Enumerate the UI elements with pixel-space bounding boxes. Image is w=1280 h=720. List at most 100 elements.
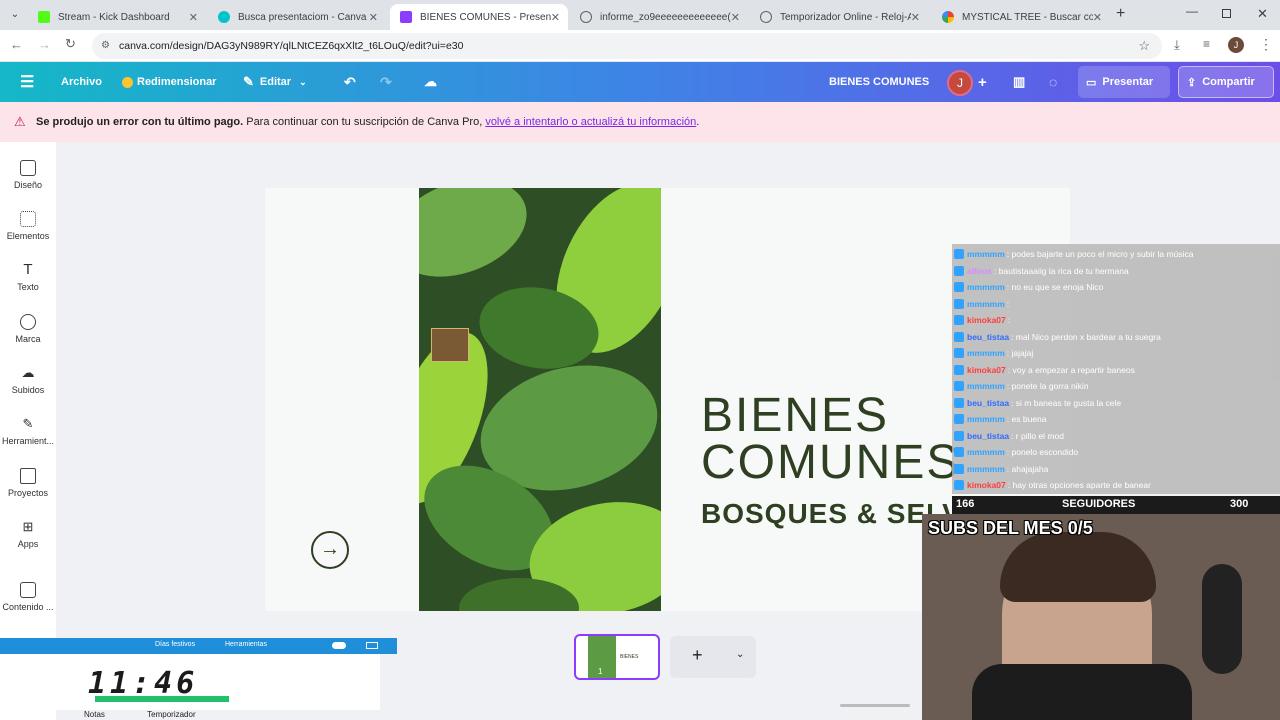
chat-text: : hay otras opciones aparte de banear — [1007, 480, 1151, 490]
sidebar-item-projects[interactable]: Proyectos — [0, 468, 56, 498]
site-settings-icon[interactable]: ⚙ — [101, 33, 110, 59]
close-tab-icon[interactable]: ✕ — [369, 11, 378, 24]
close-tab-icon[interactable]: ✕ — [1093, 11, 1102, 24]
page-thumbnail[interactable]: BIENES 1 — [574, 634, 660, 680]
chat-username: kimoka07 — [967, 364, 1006, 375]
chat-message: kimoka07: hay otras opciones aparte de b… — [952, 477, 1280, 493]
minimize-icon[interactable]: — — [1186, 4, 1198, 18]
chat-badge-icon — [954, 348, 964, 358]
chat-message: mmmmm: es buena — [952, 411, 1280, 427]
chat-text: : si m baneas te gusta la cele — [1011, 397, 1122, 408]
google-icon — [942, 11, 954, 23]
add-page-button[interactable]: + ⌄ — [670, 636, 756, 678]
back-icon[interactable]: ← — [10, 37, 23, 52]
chevron-down-icon[interactable]: ⌄ — [736, 649, 744, 660]
left-sidebar: Diseño Elementos T Texto Marca ☁ Subidos ✎… — [0, 142, 56, 622]
bookmark-star-icon[interactable]: ☆ — [1138, 33, 1150, 59]
emote-image — [431, 328, 469, 362]
tab-kick[interactable]: Stream - Kick Dashboard ✕ — [28, 4, 206, 30]
close-tab-icon[interactable]: ✕ — [911, 11, 920, 24]
share-icon: ⇪ — [1187, 76, 1197, 89]
insights-icon[interactable]: ▥ — [1013, 62, 1025, 102]
chat-badge-icon — [954, 381, 964, 391]
chat-badge-icon — [954, 298, 964, 309]
toggle-icon[interactable] — [332, 642, 346, 649]
close-tab-icon[interactable]: ✕ — [551, 11, 560, 24]
chat-text: : mal Nico perdon x bardear a tu suegra — [1011, 331, 1161, 342]
forward-icon[interactable]: → — [38, 37, 51, 52]
slide-title-line1[interactable]: BIENES — [701, 392, 889, 440]
sidebar-item-brand[interactable]: Marca — [0, 314, 56, 344]
chat-badge-icon — [954, 282, 964, 292]
chat-text: : ahajajaha — [1006, 463, 1049, 474]
close-tab-icon[interactable]: ✕ — [731, 11, 740, 24]
chat-message: mmmmm: — [952, 296, 1280, 312]
retry-payment-link[interactable]: volvé a intentarlo o actualizá tu inform… — [485, 116, 696, 128]
restore-icon[interactable] — [1222, 9, 1231, 18]
uploads-icon: ☁ — [21, 365, 35, 380]
brand-icon — [20, 314, 36, 330]
reload-icon[interactable]: ↻ — [65, 36, 76, 52]
chat-text: : voy a empezar a repartir baneos — [1007, 364, 1135, 375]
countdown-timer: 11:46 — [88, 666, 199, 701]
zoom-slider[interactable] — [840, 704, 910, 707]
new-tab-icon[interactable]: + — [1116, 5, 1125, 23]
share-button[interactable]: ⇪ Compartir — [1178, 66, 1274, 98]
edit-menu[interactable]: ✎ Editar ⌄ — [243, 62, 307, 102]
url-field[interactable]: ⚙ canva.com/design/DAG3yN989RY/qlLNtCEZ6… — [92, 33, 1162, 59]
comment-icon[interactable]: ◌ — [1049, 62, 1057, 102]
tab-temporizador[interactable]: Temporizador Online - Reloj-Al ✕ — [750, 4, 928, 30]
webcam-hoodie — [972, 664, 1192, 720]
chat-username: beu_tistaa — [967, 331, 1010, 342]
undo-icon[interactable]: ↶ — [344, 62, 356, 102]
browser-menu-icon[interactable]: ⋮ — [1259, 36, 1273, 53]
arrow-right-icon[interactable]: → — [311, 531, 349, 569]
timer-nav-tools[interactable]: Herramientas — [225, 641, 267, 648]
webcam-feed — [922, 514, 1280, 720]
plus-icon: + — [692, 645, 703, 665]
timer-tab-label[interactable]: Temporizador — [147, 710, 195, 719]
sidebar-item-elements[interactable]: Elementos — [0, 211, 56, 241]
sidebar-item-text[interactable]: T Texto — [0, 262, 56, 293]
sidebar-item-uploads[interactable]: ☁ Subidos — [0, 365, 56, 395]
tab-mystical-tree[interactable]: MYSTICAL TREE - Buscar con G✕ — [932, 4, 1110, 30]
slide-title-line2[interactable]: COMUNES — [701, 439, 960, 487]
media-control-icon[interactable]: ≡ — [1203, 37, 1210, 51]
close-window-icon[interactable]: ✕ — [1257, 6, 1268, 22]
close-tab-icon[interactable]: ✕ — [189, 11, 198, 24]
download-icon[interactable]: ⤓ — [1174, 37, 1180, 53]
canva-header: ☰ Archivo Redimensionar ✎ Editar ⌄ ↶ ↷ ☁ B… — [0, 62, 1280, 102]
profile-avatar[interactable]: J — [1228, 37, 1244, 53]
tab-bienes-comunes[interactable]: BIENES COMUNES - Presentació✕ — [390, 4, 568, 30]
tab-search-icon[interactable]: ⌄ — [6, 6, 24, 24]
add-collaborator-icon[interactable]: + — [978, 62, 987, 102]
timer-nav-holidays[interactable]: Días festivos — [155, 641, 195, 648]
sidebar-item-tools[interactable]: ✎ Herramient... — [0, 416, 56, 446]
sidebar-item-design[interactable]: Diseño — [0, 160, 56, 190]
apps-icon: ⊞ — [22, 519, 34, 534]
thumb-title: BIENES — [620, 654, 639, 660]
chat-text: : — [1006, 298, 1010, 309]
expand-icon[interactable] — [366, 642, 378, 649]
design-icon — [20, 160, 36, 176]
tab-canva-search[interactable]: Busca presentaciom - Canva ✕ — [208, 4, 386, 30]
chat-username: mmmmm — [967, 381, 1005, 391]
design-title[interactable]: BIENES COMUNES — [829, 62, 929, 102]
tab-informe[interactable]: informe_zo9eeeeeeeeeeeee(1 ✕ — [570, 4, 748, 30]
chat-badge-icon — [954, 463, 964, 474]
mint-leaves-image[interactable] — [419, 188, 661, 611]
sidebar-item-content[interactable]: Contenido ... — [0, 582, 56, 612]
notes-label[interactable]: Notas — [84, 710, 105, 719]
chat-text: : podes bajarte un poco el micro y subir… — [1006, 249, 1194, 259]
file-menu[interactable]: Archivo — [61, 62, 102, 102]
canva-favicon-icon — [218, 11, 230, 23]
redo-icon[interactable]: ↷ — [380, 62, 392, 102]
chat-message: kimoka07: — [952, 312, 1280, 328]
main-menu-icon[interactable]: ☰ — [20, 62, 34, 102]
resize-button[interactable]: Redimensionar — [122, 62, 216, 102]
sidebar-item-apps[interactable]: ⊞ Apps — [0, 519, 56, 549]
chat-text: : — [1007, 315, 1011, 325]
cloud-save-icon[interactable]: ☁ — [424, 62, 437, 102]
collaborator-avatar[interactable]: J — [947, 70, 973, 96]
present-button[interactable]: ▭ Presentar — [1078, 66, 1170, 98]
